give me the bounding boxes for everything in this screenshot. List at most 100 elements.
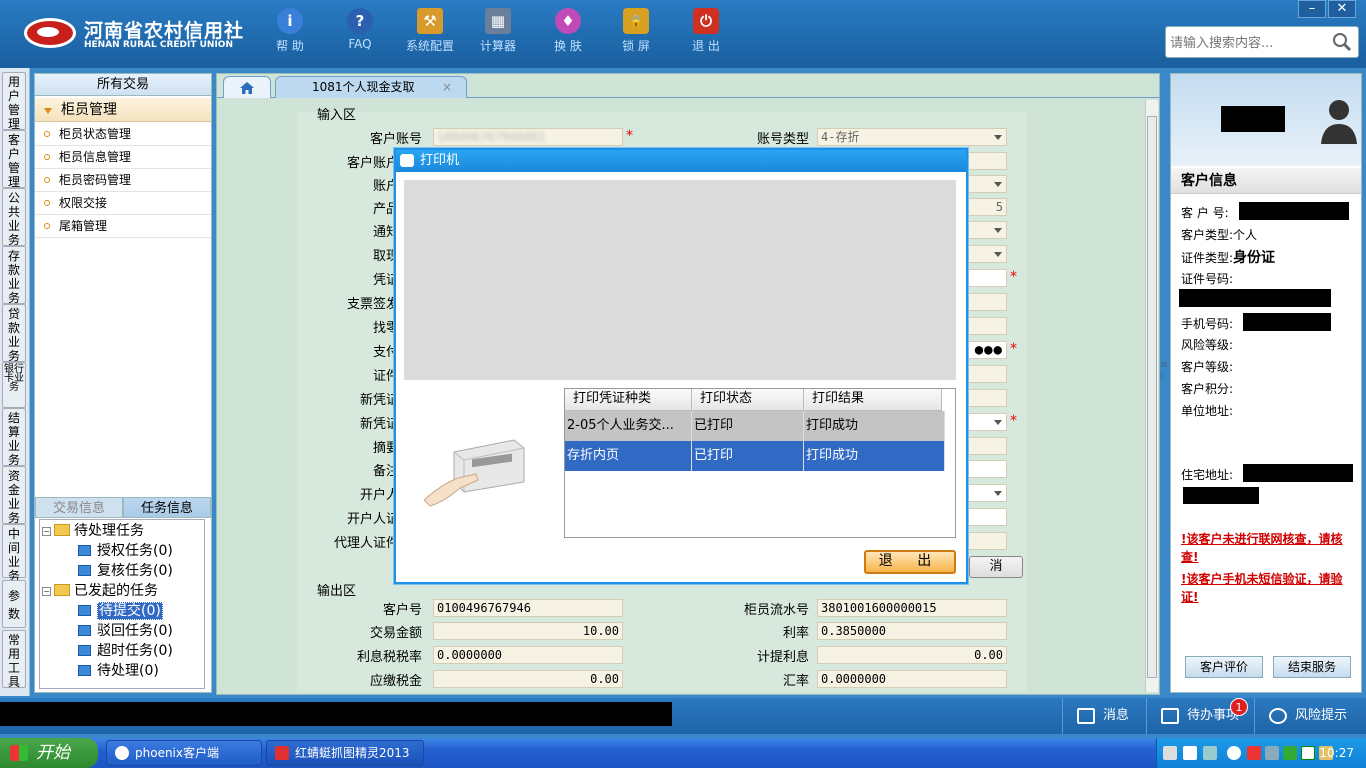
taskbar-item-screenshot-tool[interactable]: 红蜻蜓抓图精灵2013 — [266, 740, 424, 766]
calculator-button[interactable]: ▦ 计算器 — [466, 8, 530, 54]
keyboard-icon[interactable] — [1163, 746, 1177, 760]
close-window-button[interactable]: ✕ — [1328, 0, 1356, 18]
tree-node-timeout[interactable]: 超时任务(0) — [78, 642, 173, 660]
required-marker: * — [626, 128, 633, 144]
tree-node-rejected[interactable]: 驳回任务(0) — [78, 622, 173, 640]
tree-node-pending[interactable]: − 待处理任务 — [42, 522, 144, 540]
vnav-deposit[interactable]: 存款业务 — [2, 246, 26, 305]
label-id-no: 证件号码: — [1181, 272, 1234, 286]
exit-app-button[interactable]: ⏻ 退 出 — [674, 8, 738, 54]
end-service-button[interactable]: 结束服务 — [1273, 656, 1351, 678]
panel-splitter[interactable]: ≡ › — [1160, 360, 1168, 400]
tab-transaction-info[interactable]: 交易信息 — [35, 497, 123, 518]
menu-item-permission-handover[interactable]: 权限交接 — [35, 192, 211, 215]
display-icon[interactable] — [1265, 746, 1279, 760]
warning-network-check[interactable]: !该客户未进行联网核查，请核查! — [1181, 530, 1359, 566]
close-tab-icon[interactable]: × — [442, 77, 452, 97]
vnav-settlement[interactable]: 结算业务 — [2, 408, 26, 467]
label-agent-id: 代理人证件 — [333, 536, 399, 551]
network-icon[interactable] — [1203, 746, 1217, 760]
menu-item-teller-status[interactable]: 柜员状态管理 — [35, 123, 211, 146]
dialog-exit-button[interactable]: 退 出 — [864, 550, 956, 574]
home-tab[interactable] — [223, 76, 271, 98]
vnav-common-tools[interactable]: 常用工具 — [2, 630, 26, 689]
column-header-voucher-type[interactable]: 打印凭证种类 — [565, 389, 692, 411]
table-row-selected[interactable]: 存折内页 已打印 打印成功 — [565, 441, 945, 471]
risk-alert-button[interactable]: 风险提示 — [1254, 698, 1366, 734]
vnav-customer-mgmt[interactable]: 客户管理 — [2, 130, 26, 189]
shield-icon[interactable] — [1283, 746, 1297, 760]
start-button[interactable]: 开始 — [0, 738, 98, 768]
column-header-print-status[interactable]: 打印状态 — [692, 389, 804, 411]
task-icon — [78, 545, 91, 556]
tab-task-info[interactable]: 任务信息 — [123, 497, 211, 518]
tree-label: 待处理(0) — [97, 663, 159, 679]
clock[interactable]: 10:27 — [1319, 738, 1354, 768]
label-tax-due: 应缴税金 — [369, 674, 422, 689]
skin-button[interactable]: ♦ 换 肤 — [536, 8, 600, 54]
search-box — [1165, 26, 1359, 58]
help-tray-icon[interactable] — [1183, 746, 1197, 760]
expand-tray-icon[interactable] — [1227, 746, 1241, 760]
vnav-intermediary[interactable]: 中间业务 — [2, 524, 26, 583]
cancel-button[interactable]: 消 — [969, 556, 1023, 578]
print-results-table: 打印凭证种类 打印状态 打印结果 2-05个人业务交... 已打印 打印成功 存… — [564, 388, 956, 538]
label-account-type: 账号类型 — [756, 132, 809, 147]
tree-label: 授权任务(0) — [97, 543, 173, 559]
messages-button[interactable]: 消息 — [1062, 698, 1146, 734]
logo-mark-icon — [24, 18, 76, 48]
menu-item-label: 柜员状态管理 — [59, 127, 132, 141]
customer-evaluation-button[interactable]: 客户评价 — [1185, 656, 1263, 678]
tree-node-initiated[interactable]: − 已发起的任务 — [42, 582, 158, 600]
output-tax-due: 0.00 — [433, 670, 623, 688]
dialog-titlebar[interactable]: 打印机 — [396, 150, 966, 172]
vnav-loan[interactable]: 贷款业务 — [2, 304, 26, 363]
minimize-button[interactable]: – — [1298, 0, 1326, 18]
all-transactions-header[interactable]: 所有交易 — [35, 74, 211, 96]
menu-item-label: 权限交接 — [59, 196, 108, 210]
skin-label: 换 肤 — [554, 39, 582, 53]
system-config-button[interactable]: ⚒ 系统配置 — [398, 8, 462, 54]
calculator-icon: ▦ — [485, 8, 511, 34]
taskbar-item-phoenix[interactable]: phoenix客户端 — [106, 740, 262, 766]
search-input[interactable] — [1170, 33, 1330, 53]
tree-node-auth-tasks[interactable]: 授权任务(0) — [78, 542, 173, 560]
vnav-bank-card[interactable]: 银行卡业务 — [2, 362, 26, 408]
menu-item-teller-password[interactable]: 柜员密码管理 — [35, 169, 211, 192]
tree-node-to-process[interactable]: 待处理(0) — [78, 662, 159, 680]
account-type-select[interactable]: 4-存折 — [817, 128, 1007, 146]
tree-node-review-tasks[interactable]: 复核任务(0) — [78, 562, 173, 580]
help-button[interactable]: i 帮 助 — [258, 8, 322, 54]
vnav-public-business[interactable]: 公共业务 — [2, 188, 26, 247]
vnav-user-mgmt[interactable]: 用户管理 — [2, 72, 26, 131]
label-home-address: 住宅地址: — [1181, 468, 1234, 482]
table-row[interactable]: 2-05个人业务交... 已打印 打印成功 — [565, 411, 945, 441]
label-teller-serial: 柜员流水号 — [743, 603, 809, 618]
help-label: 帮 助 — [276, 39, 304, 53]
menu-item-tail-box[interactable]: 尾箱管理 — [35, 215, 211, 238]
vnav-params[interactable]: 参数 — [2, 580, 26, 628]
tab-1081-cash-withdrawal[interactable]: 1081个人现金支取 × — [275, 76, 467, 98]
teller-mgmt-group[interactable]: 柜员管理 — [35, 98, 211, 122]
lock-screen-button[interactable]: 🔒 锁 屏 — [604, 8, 668, 54]
label-cust-account-name: 客户账户 — [346, 156, 399, 171]
column-header-print-result[interactable]: 打印结果 — [804, 389, 942, 411]
faq-button[interactable]: ? FAQ — [328, 8, 392, 51]
collapse-icon[interactable]: − — [42, 587, 51, 596]
output-accrued-interest: 0.00 — [817, 646, 1007, 664]
warning-sms-verify[interactable]: !该客户手机未短信验证，请验证! — [1181, 570, 1359, 606]
question-icon: ? — [347, 8, 373, 34]
v2-icon[interactable] — [1301, 746, 1315, 760]
vnav-funds[interactable]: 资金业务 — [2, 466, 26, 525]
output-amount: 10.00 — [433, 622, 623, 640]
red-cross-icon[interactable] — [1247, 746, 1261, 760]
collapse-icon[interactable]: − — [42, 527, 51, 536]
windows-taskbar: 开始 phoenix客户端 红蜻蜓抓图精灵2013 10:27 — [0, 738, 1366, 768]
vertical-scrollbar[interactable] — [1145, 100, 1158, 692]
cust-account-field[interactable]: 100496767946001 — [433, 128, 623, 146]
risk-label: 风险提示 — [1295, 708, 1348, 723]
menu-item-teller-info[interactable]: 柜员信息管理 — [35, 146, 211, 169]
tree-node-to-submit[interactable]: 待提交(0) — [78, 602, 163, 620]
magnifier-icon[interactable] — [1332, 32, 1352, 52]
scroll-thumb[interactable] — [1147, 116, 1157, 678]
